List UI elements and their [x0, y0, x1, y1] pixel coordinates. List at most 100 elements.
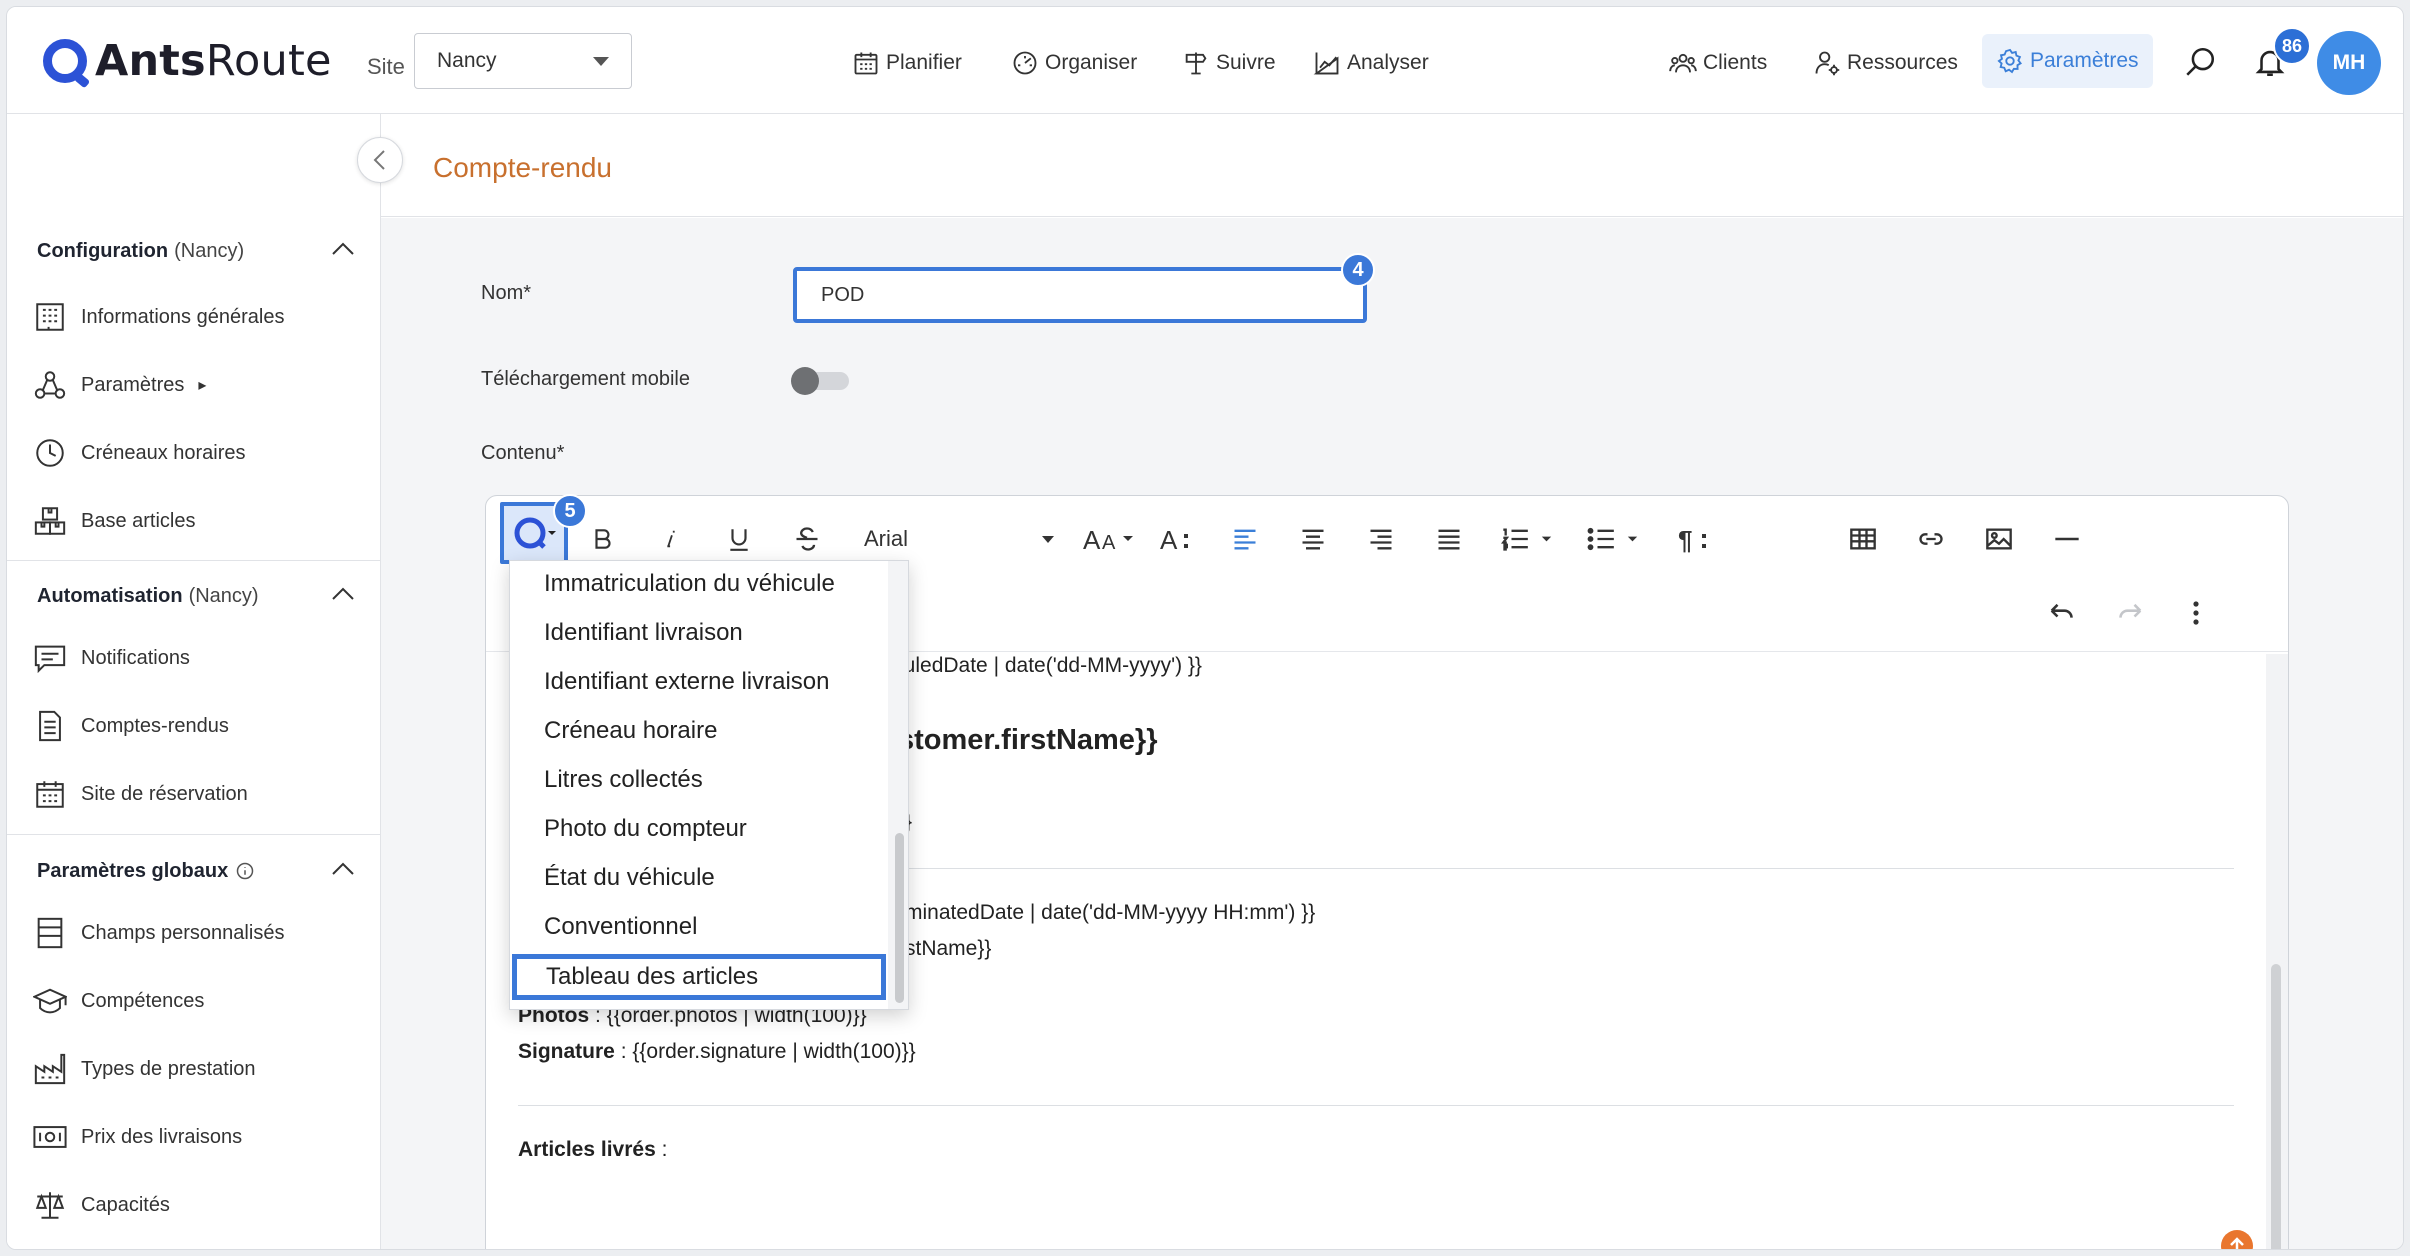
underline-button[interactable]: [714, 514, 764, 564]
step-badge-5: 5: [553, 494, 587, 528]
text-style-icon: A: [1160, 525, 1188, 554]
nav-organiser[interactable]: Organiser: [1011, 47, 1137, 79]
logo[interactable]: AntsRoute: [43, 35, 332, 87]
sidebar-item-notifications[interactable]: Notifications: [33, 635, 190, 681]
align-left-button[interactable]: [1220, 514, 1270, 564]
section-title: Configuration: [37, 239, 169, 262]
doc-line-articles: Articles livrés :: [518, 1138, 667, 1162]
logo-text-ants: Ants: [95, 36, 206, 86]
bold-button[interactable]: [578, 514, 628, 564]
site-label: Site: [367, 54, 405, 79]
align-justify-button[interactable]: [1424, 514, 1474, 564]
sidebar-item-label: Champs personnalisés: [81, 921, 285, 944]
chevron-down-icon: [1042, 535, 1054, 543]
sidebar-item-label: Créneaux horaires: [81, 441, 246, 464]
strikethrough-button[interactable]: [782, 514, 832, 564]
insert-table-button[interactable]: [1838, 514, 1888, 564]
gear-icon: [1997, 48, 2022, 74]
nav-label: Organiser: [1045, 51, 1138, 74]
bullet-list-icon: [1587, 527, 1638, 551]
signpost-icon: [1185, 52, 1207, 75]
bullet-list-button[interactable]: [1578, 514, 1652, 564]
logo-mark-icon: [43, 39, 87, 83]
section-title: Automatisation: [37, 584, 183, 607]
dropdown-item[interactable]: Identifiant livraison: [510, 610, 888, 656]
nav-label: Clients: [1703, 51, 1768, 74]
italic-icon: [667, 530, 675, 548]
doc-line-terminated: rminatedDate | date('dd-MM-yyyy HH:mm') …: [898, 901, 1316, 924]
insert-image-button[interactable]: [1974, 514, 2024, 564]
sidebar-item-competences[interactable]: Compétences: [33, 978, 204, 1024]
mobile-download-toggle[interactable]: [791, 367, 849, 395]
dropdown-item-selected[interactable]: Tableau des articles: [512, 954, 886, 1000]
sidebar-item-parametres[interactable]: Paramètres ▸: [33, 362, 206, 408]
ordered-list-button[interactable]: [1492, 514, 1566, 564]
undo-button[interactable]: [2036, 588, 2086, 638]
collapse-sidebar-button[interactable]: [357, 137, 403, 183]
dropdown-item[interactable]: Conventionnel: [510, 904, 888, 950]
section-parametres-globaux[interactable]: Paramètres globaux: [7, 841, 381, 901]
nav-suivre[interactable]: Suivre: [1182, 47, 1276, 79]
top-bar: AntsRoute Site Nancy Planifier Organiser…: [7, 7, 2403, 114]
redo-button[interactable]: [2106, 588, 2156, 638]
chart-icon: [1313, 52, 1339, 75]
insert-link-button[interactable]: [1906, 514, 1956, 564]
dropdown-item[interactable]: Photo du compteur: [510, 806, 888, 852]
editor-scrollbar-thumb[interactable]: [2271, 964, 2281, 1249]
graduation-icon: [33, 988, 67, 1014]
nav-analyser[interactable]: Analyser: [1313, 47, 1429, 79]
nav-ressources[interactable]: Ressources: [1813, 47, 1958, 79]
sidebar-item-creneaux-horaires[interactable]: Créneaux horaires: [33, 430, 246, 476]
sidebar-item-champs-personnalises[interactable]: Champs personnalisés: [33, 910, 284, 956]
nav-label: Planifier: [886, 51, 962, 74]
font-size-button[interactable]: AA: [1080, 514, 1140, 564]
dropdown-item[interactable]: Créneau horaire: [510, 708, 888, 754]
sidebar-item-label: Notifications: [81, 646, 190, 669]
text-style-button[interactable]: A: [1152, 514, 1202, 564]
more-options-button[interactable]: [2176, 588, 2216, 638]
nav-planifier[interactable]: Planifier: [852, 47, 962, 79]
italic-button[interactable]: [646, 514, 696, 564]
search-icon[interactable]: [2183, 45, 2217, 79]
dropdown-item[interactable]: État du véhicule: [510, 855, 888, 901]
sidebar-item-site-de-reservation[interactable]: Site de réservation: [33, 771, 248, 817]
list-icon: [37, 917, 63, 949]
chevron-left-icon: [373, 150, 385, 170]
nom-input[interactable]: POD: [793, 267, 1367, 323]
section-subtitle: (Nancy): [188, 584, 259, 607]
nav-parametres[interactable]: Paramètres: [1982, 34, 2153, 88]
section-configuration[interactable]: Configuration (Nancy): [7, 221, 381, 281]
align-center-button[interactable]: [1288, 514, 1338, 564]
section-automatisation[interactable]: Automatisation (Nancy): [7, 566, 381, 626]
divider: [518, 1105, 2234, 1106]
clock-icon: [36, 439, 64, 467]
dropdown-item[interactable]: Immatriculation du véhicule: [510, 561, 888, 607]
sidebar-item-prix-des-livraisons[interactable]: Prix des livraisons: [33, 1114, 242, 1160]
nav-label: Paramètres: [2030, 49, 2139, 72]
paragraph-format-button[interactable]: ¶: [1670, 514, 1720, 564]
ordered-list-icon: [1501, 528, 1552, 551]
sidebar: Configuration (Nancy) Informations génér…: [7, 114, 381, 1249]
message-icon: [34, 645, 66, 674]
sidebar-item-informations-generales[interactable]: Informations générales: [33, 294, 284, 340]
site-select[interactable]: Nancy: [414, 33, 632, 89]
paragraph-icon: ¶: [1678, 525, 1706, 554]
step-badge-4: 4: [1341, 253, 1375, 287]
font-family-select[interactable]: Arial: [864, 514, 1064, 564]
horizontal-line-button[interactable]: [2042, 514, 2092, 564]
nav-clients[interactable]: Clients: [1669, 47, 1767, 79]
align-right-button[interactable]: [1356, 514, 1406, 564]
sidebar-item-comptes-rendus[interactable]: Comptes-rendus: [33, 703, 229, 749]
dropdown-scrollbar-thumb[interactable]: [895, 833, 904, 1003]
svg-text:A: A: [1102, 532, 1116, 554]
sidebar-item-base-articles[interactable]: Base articles: [33, 498, 196, 544]
sidebar-item-types-de-prestation[interactable]: Types de prestation: [33, 1046, 256, 1092]
dropdown-item[interactable]: Identifiant externe livraison: [510, 659, 888, 705]
sidebar-item-label: Informations générales: [81, 305, 285, 328]
dropdown-item[interactable]: Litres collectés: [510, 757, 888, 803]
boxes-icon: [34, 507, 66, 535]
sidebar-item-capacites[interactable]: Capacités: [33, 1182, 170, 1228]
align-center-icon: [1302, 529, 1324, 550]
avatar[interactable]: MH: [2317, 31, 2381, 95]
sidebar-item-label: Comptes-rendus: [81, 714, 229, 737]
